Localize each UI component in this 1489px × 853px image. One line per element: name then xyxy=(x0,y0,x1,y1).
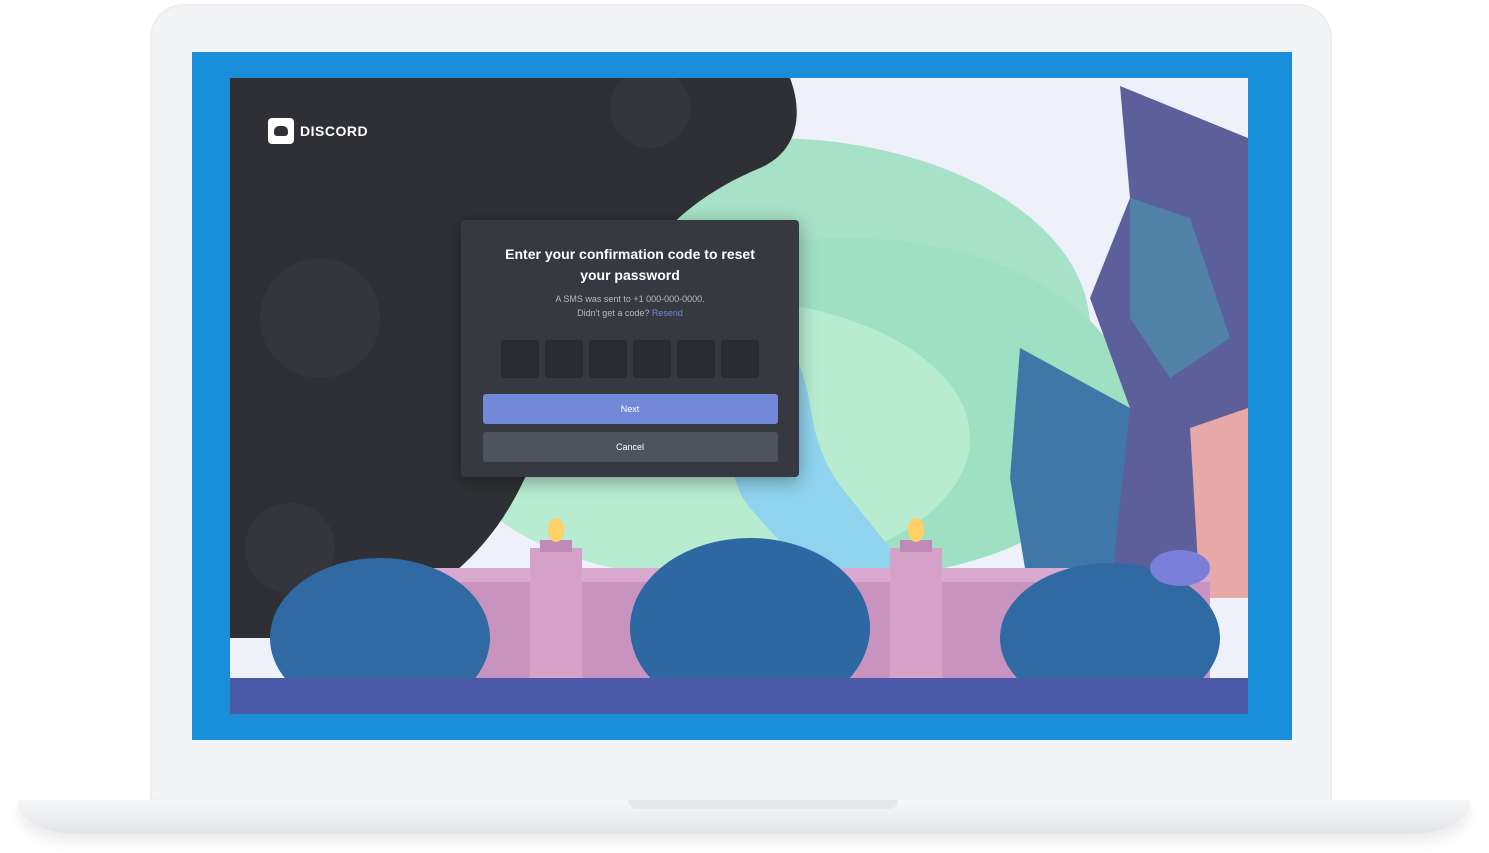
cancel-button[interactable]: Cancel xyxy=(482,432,778,462)
code-digit-input[interactable] xyxy=(677,340,715,378)
logo-wordmark: DISCORD xyxy=(300,123,369,139)
modal-subtitle: A SMS was sent to +1 000-000-0000. Didn'… xyxy=(481,292,779,320)
laptop-base xyxy=(18,800,1470,834)
laptop-notch xyxy=(628,800,898,809)
code-digit-input[interactable] xyxy=(545,340,583,378)
modal-title: Enter your confirmation code to reset yo… xyxy=(505,246,755,283)
confirmation-code-input xyxy=(481,340,779,378)
code-digit-input[interactable] xyxy=(501,340,539,378)
app-screen: DISCORD Enter your confirmation code to … xyxy=(230,78,1248,714)
no-code-text: Didn't get a code? xyxy=(577,308,650,318)
discord-logo[interactable]: DISCORD xyxy=(268,118,368,144)
sms-sent-text: A SMS was sent to +1 000-000-0000. xyxy=(555,294,705,304)
resend-row: Didn't get a code? Resend xyxy=(481,306,779,320)
next-button[interactable]: Next xyxy=(482,394,778,424)
code-digit-input[interactable] xyxy=(589,340,627,378)
resend-link[interactable]: Resend xyxy=(652,308,683,318)
discord-logo-icon xyxy=(268,118,294,144)
code-digit-input[interactable] xyxy=(721,340,759,378)
reset-password-modal: Enter your confirmation code to reset yo… xyxy=(461,220,799,477)
code-digit-input[interactable] xyxy=(633,340,671,378)
